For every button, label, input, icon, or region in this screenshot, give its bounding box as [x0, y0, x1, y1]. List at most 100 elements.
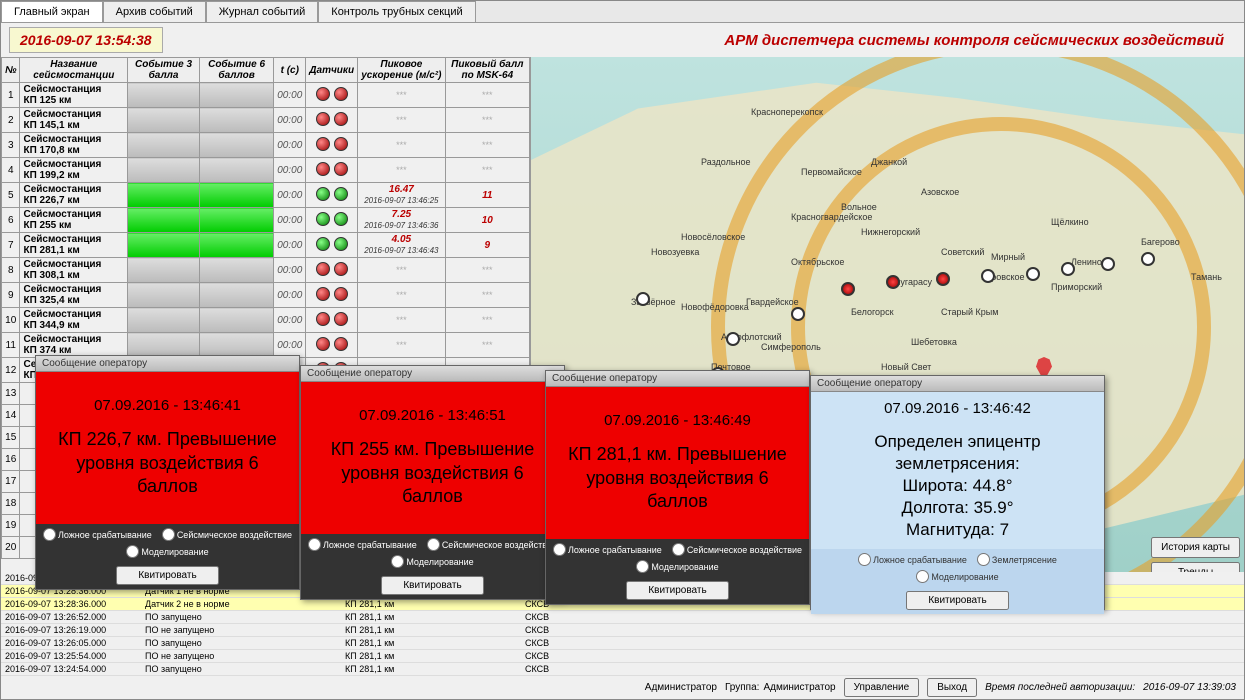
event-6 — [199, 183, 273, 208]
city-label: Новосёловское — [681, 232, 745, 242]
row-num: 3 — [2, 133, 20, 158]
city-label: Старый Крым — [941, 307, 998, 317]
peak-accel: *** — [358, 158, 446, 183]
map-station-icon[interactable] — [791, 307, 805, 321]
city-label: Новофëдоровка — [681, 302, 749, 312]
sensors — [306, 108, 358, 133]
sensors — [306, 233, 358, 258]
station-row[interactable]: 7СейсмостанцияКП 281,1 км00:004.052016-0… — [2, 233, 530, 258]
peak-accel: *** — [358, 333, 446, 358]
last-auth-time: 2016-09-07 13:39:03 — [1143, 682, 1236, 693]
station-row[interactable]: 2СейсмостанцияКП 145,1 км00:00****** — [2, 108, 530, 133]
popup-option[interactable]: Ложное срабатывание — [553, 543, 662, 556]
popup-option[interactable]: Сейсмическое воздействие — [162, 528, 292, 541]
peak-msk: *** — [445, 83, 529, 108]
event-3 — [128, 208, 200, 233]
sensors — [306, 333, 358, 358]
row-num: 2 — [2, 108, 20, 133]
city-label: Вольное — [841, 202, 877, 212]
tab-bar: Главный экранАрхив событийЖурнал событий… — [1, 1, 1244, 23]
group-label: Группа: — [725, 682, 759, 693]
peak-msk: *** — [445, 283, 529, 308]
time-c: 00:00 — [274, 83, 306, 108]
peak-accel: *** — [358, 133, 446, 158]
station-row[interactable]: 4СейсмостанцияКП 199,2 км00:00****** — [2, 158, 530, 183]
acknowledge-button[interactable]: Квитировать — [906, 591, 1008, 610]
station-row[interactable]: 1СейсмостанцияКП 125 км00:00****** — [2, 83, 530, 108]
event-3 — [128, 233, 200, 258]
popup-option[interactable]: Ложное срабатывание — [43, 528, 152, 541]
acknowledge-button[interactable]: Квитировать — [626, 581, 728, 600]
city-label: Мирный — [991, 252, 1025, 262]
map-station-icon[interactable] — [1026, 267, 1040, 281]
side-button[interactable]: История карты — [1151, 537, 1240, 558]
station-row[interactable]: 10СейсмостанцияКП 344,9 км00:00****** — [2, 308, 530, 333]
tab-2[interactable]: Журнал событий — [206, 1, 318, 22]
city-label: Красногвардейское — [791, 212, 872, 222]
station-row[interactable]: 9СейсмостанцияКП 325,4 км00:00****** — [2, 283, 530, 308]
map-station-icon[interactable] — [1101, 257, 1115, 271]
popup-option[interactable]: Землетрясение — [977, 553, 1057, 566]
popup-option[interactable]: Ложное срабатывание — [308, 538, 417, 551]
popup-option[interactable]: Сейсмическое воздействие — [672, 543, 802, 556]
time-c: 00:00 — [274, 308, 306, 333]
map-station-icon[interactable] — [726, 332, 740, 346]
time-c: 00:00 — [274, 233, 306, 258]
log-row[interactable]: 2016-09-07 13:26:19.000ПО не запущеноКП … — [1, 624, 1244, 637]
map-station-icon[interactable] — [636, 292, 650, 306]
log-row[interactable]: 2016-09-07 13:25:54.000ПО не запущеноКП … — [1, 650, 1244, 663]
time-c: 00:00 — [274, 108, 306, 133]
col-header: № — [2, 58, 20, 83]
map-station-icon[interactable] — [841, 282, 855, 296]
popup-option[interactable]: Сейсмическое воздействие — [427, 538, 557, 551]
row-num: 18 — [2, 493, 20, 515]
time-c: 00:00 — [274, 158, 306, 183]
popup-option[interactable]: Ложное срабатывание — [858, 553, 967, 566]
popup-option[interactable]: Моделирование — [916, 570, 998, 583]
operator-message-popup: Сообщение оператору07.09.2016 - 13:46:49… — [545, 370, 810, 605]
popup-option[interactable]: Моделирование — [391, 555, 473, 568]
station-name: СейсмостанцияКП 255 км — [20, 208, 128, 233]
manage-button[interactable]: Управление — [844, 678, 920, 697]
exit-button[interactable]: Выход — [927, 678, 977, 697]
popup-option[interactable]: Моделирование — [126, 545, 208, 558]
col-header: Событие 3 балла — [128, 58, 200, 83]
sensors — [306, 283, 358, 308]
city-label: Щёлкино — [1051, 217, 1089, 227]
map-station-icon[interactable] — [1061, 262, 1075, 276]
city-label: Новый Свет — [881, 362, 931, 372]
role: Администратор — [763, 682, 835, 693]
map-station-icon[interactable] — [936, 272, 950, 286]
city-label: Гвардейское — [746, 297, 799, 307]
tab-1[interactable]: Архив событий — [103, 1, 206, 22]
city-label: Нижнегорский — [861, 227, 920, 237]
row-num: 20 — [2, 537, 20, 559]
row-num: 14 — [2, 405, 20, 427]
station-row[interactable]: 5СейсмостанцияКП 226,7 км00:0016.472016-… — [2, 183, 530, 208]
city-label: Симферополь — [761, 342, 821, 352]
event-3 — [128, 158, 200, 183]
map-station-icon[interactable] — [981, 269, 995, 283]
station-row[interactable]: 8СейсмостанцияКП 308,1 км00:00****** — [2, 258, 530, 283]
station-row[interactable]: 3СейсмостанцияКП 170,8 км00:00****** — [2, 133, 530, 158]
time-c: 00:00 — [274, 183, 306, 208]
acknowledge-button[interactable]: Квитировать — [116, 566, 218, 585]
log-row[interactable]: 2016-09-07 13:24:54.000ПО запущеноКП 281… — [1, 663, 1244, 676]
event-3 — [128, 333, 200, 358]
peak-accel: *** — [358, 283, 446, 308]
tab-3[interactable]: Контроль трубных секций — [318, 1, 475, 22]
tab-0[interactable]: Главный экран — [1, 1, 103, 22]
station-row[interactable]: 6СейсмостанцияКП 255 км00:007.252016-09-… — [2, 208, 530, 233]
side-button[interactable]: Тренды — [1151, 562, 1240, 572]
station-row[interactable]: 11СейсмостанцияКП 374 км00:00****** — [2, 333, 530, 358]
peak-msk: *** — [445, 308, 529, 333]
sensors — [306, 308, 358, 333]
time-c: 00:00 — [274, 133, 306, 158]
popup-message: Определен эпицентр землетрясения:Широта:… — [819, 431, 1096, 541]
log-row[interactable]: 2016-09-07 13:26:05.000ПО запущеноКП 281… — [1, 637, 1244, 650]
acknowledge-button[interactable]: Квитировать — [381, 576, 483, 595]
map-station-icon[interactable] — [1141, 252, 1155, 266]
map-station-icon[interactable] — [886, 275, 900, 289]
popup-option[interactable]: Моделирование — [636, 560, 718, 573]
operator-message-popup: Сообщение оператору07.09.2016 - 13:46:41… — [35, 355, 300, 590]
